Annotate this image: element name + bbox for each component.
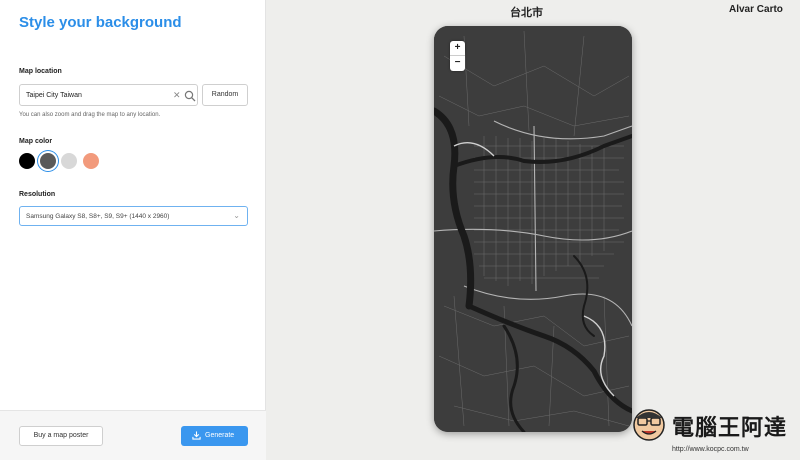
map-zoom-controls: + −	[450, 41, 465, 71]
search-icon[interactable]	[184, 90, 196, 102]
sidebar-title: Style your background	[19, 14, 182, 31]
clear-icon[interactable]: ✕	[173, 90, 181, 100]
map-location-label: Map location	[19, 68, 62, 75]
resolution-select[interactable]: Samsung Galaxy S8, S8+, S9, S9+ (1440 x …	[19, 206, 248, 226]
resolution-label: Resolution	[19, 191, 56, 198]
watermark: 電腦王阿達 http://www.kocpc.com.tw	[632, 404, 800, 460]
generate-button[interactable]: Generate	[181, 426, 248, 446]
map-location-value[interactable]: Taipei City Taiwan	[26, 92, 82, 99]
color-swatch-salmon[interactable]	[83, 153, 99, 169]
color-swatch-black[interactable]	[19, 153, 35, 169]
map-color-label: Map color	[19, 138, 53, 145]
zoom-in-button[interactable]: +	[450, 41, 465, 56]
mascot-face-icon	[633, 409, 665, 441]
location-hint: You can also zoom and drag the map to an…	[19, 112, 161, 118]
dark-city-map[interactable]	[434, 26, 632, 432]
buy-map-poster-button[interactable]: Buy a map poster	[19, 426, 103, 446]
generate-label[interactable]: Generate	[205, 426, 234, 446]
phone-map-preview[interactable]: + −	[434, 26, 632, 432]
color-swatch-dark-gray[interactable]	[40, 153, 56, 169]
sidebar: Style your background Map location Taipe…	[0, 0, 266, 460]
chevron-down-icon[interactable]: ⌄	[233, 211, 240, 220]
color-swatch-light-gray[interactable]	[61, 153, 77, 169]
download-icon	[192, 431, 201, 440]
brand-logo[interactable]: Alvar Carto	[729, 4, 783, 15]
watermark-url: http://www.kocpc.com.tw	[672, 446, 749, 453]
watermark-text: 電腦王阿達	[672, 415, 788, 440]
map-location-input[interactable]: Taipei City Taiwan ✕	[19, 84, 198, 106]
sidebar-footer: Buy a map poster Generate	[0, 410, 266, 460]
zoom-out-button[interactable]: −	[450, 56, 465, 71]
random-button[interactable]: Random	[202, 84, 248, 106]
resolution-value[interactable]: Samsung Galaxy S8, S8+, S9, S9+ (1440 x …	[26, 213, 169, 220]
city-title: 台北市	[510, 7, 543, 19]
